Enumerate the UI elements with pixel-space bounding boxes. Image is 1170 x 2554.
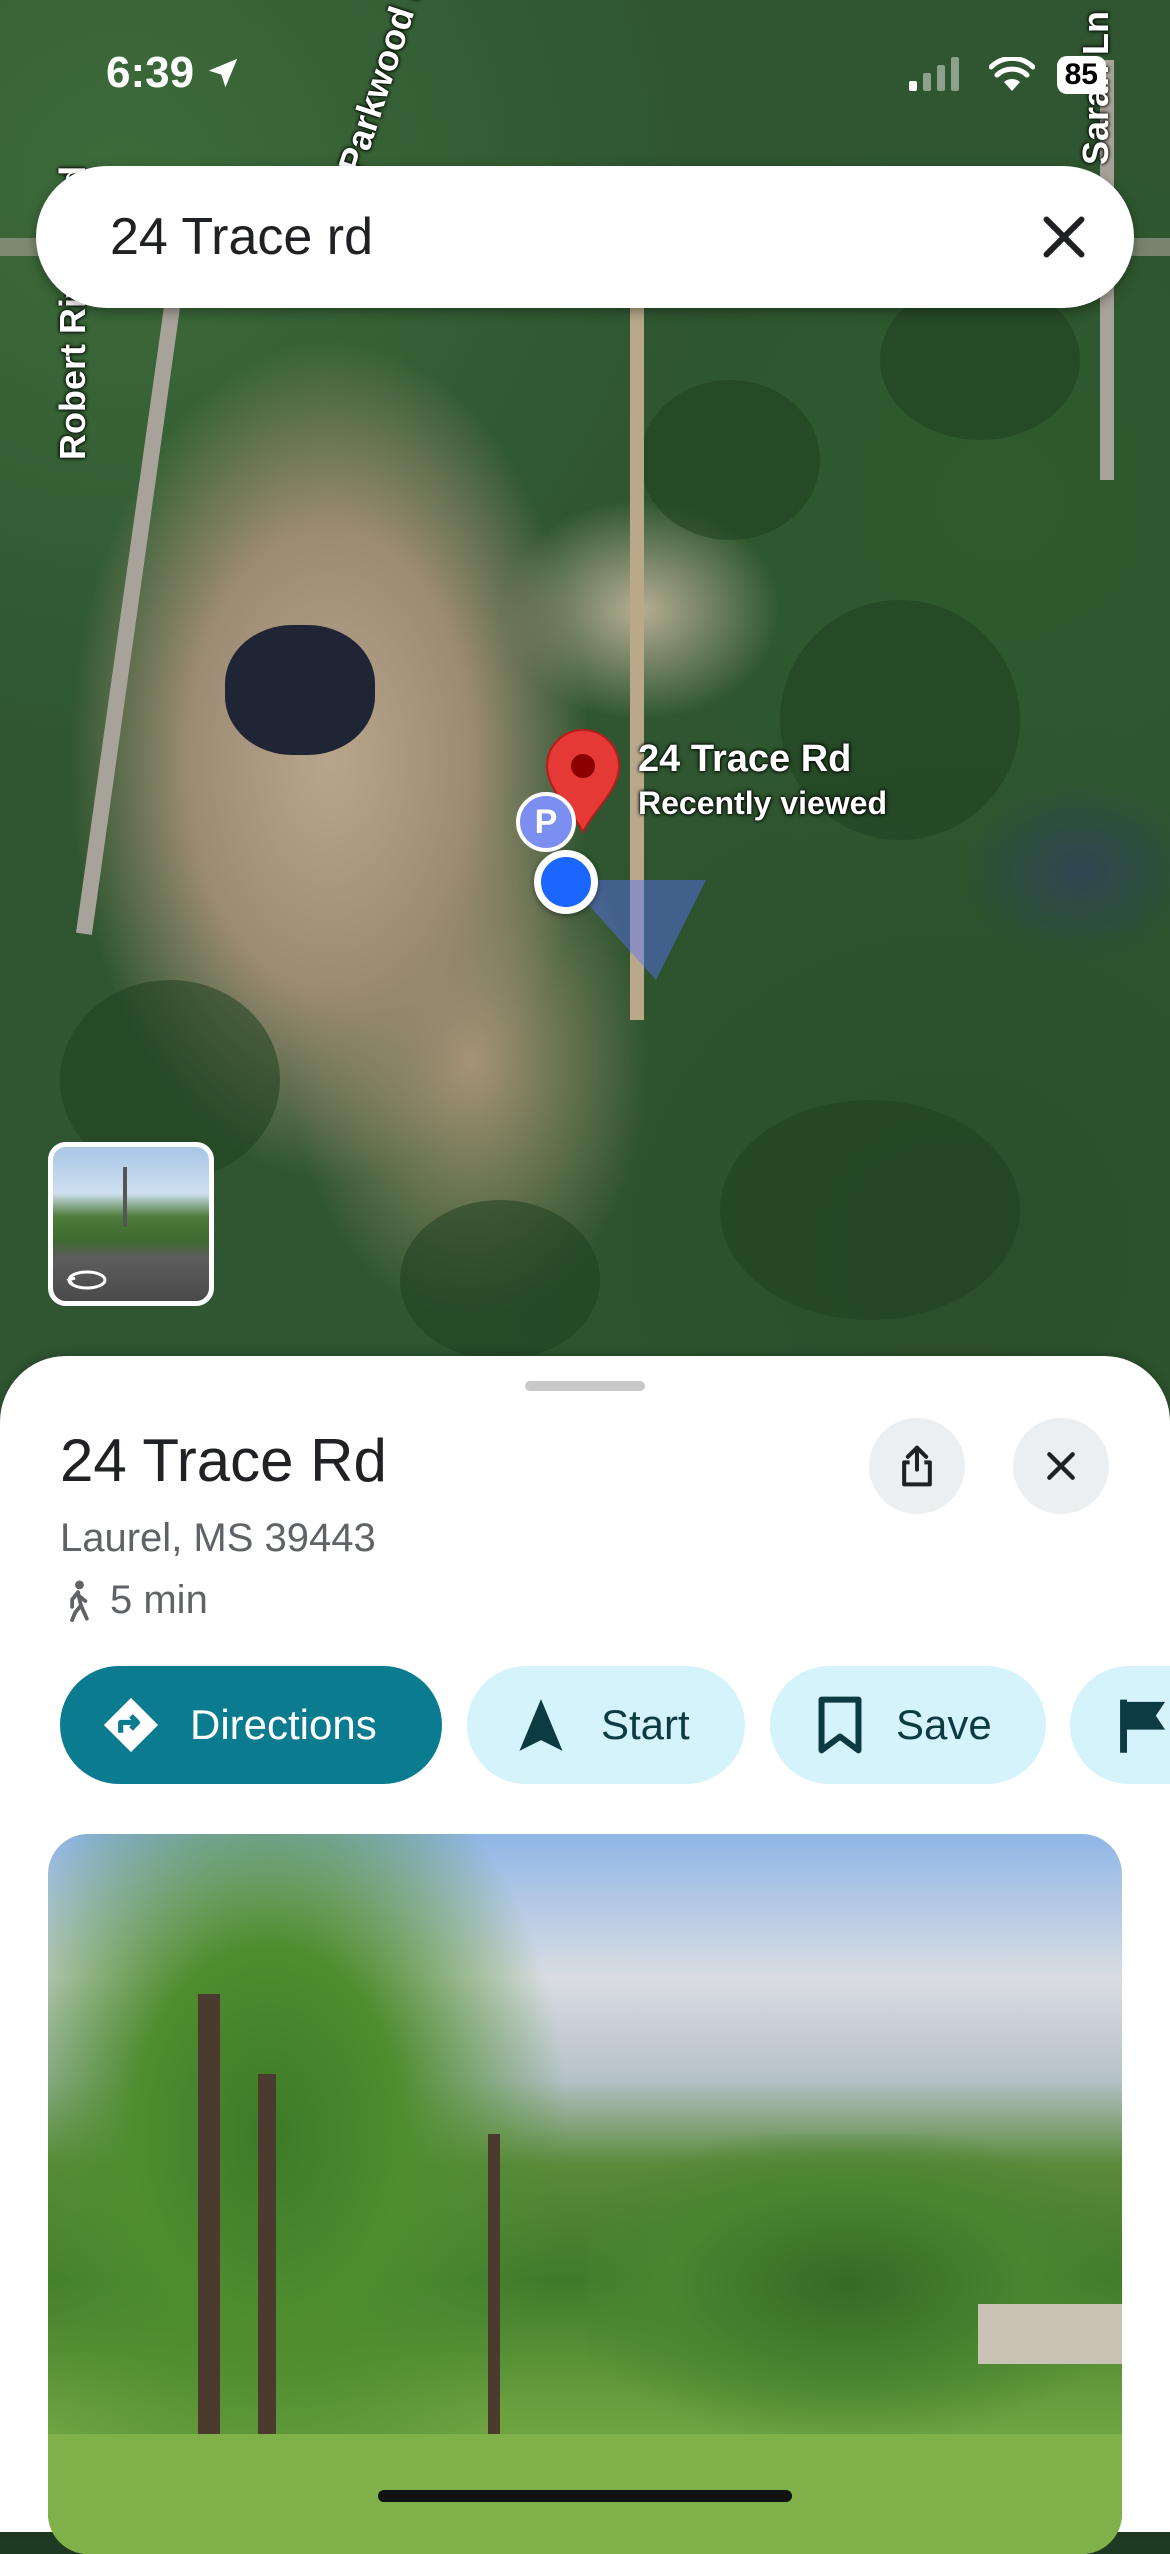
photo-tree-right: [588, 2134, 1122, 2454]
battery-indicator: 85: [1056, 56, 1106, 94]
directions-icon: [103, 1697, 159, 1753]
search-input[interactable]: [108, 206, 932, 268]
pin-label[interactable]: 24 Trace Rd Recently viewed: [638, 738, 887, 822]
place-title: 24 Trace Rd: [60, 1427, 387, 1494]
pin-subtitle: Recently viewed: [638, 785, 887, 821]
photo-house: [978, 2304, 1122, 2364]
thumb-pole: [123, 1167, 127, 1227]
close-icon: [1047, 1452, 1075, 1480]
clear-search-icon[interactable]: [1034, 207, 1094, 267]
navigation-arrow-icon: [519, 1699, 563, 1751]
save-button[interactable]: Save: [770, 1666, 1046, 1784]
drag-handle[interactable]: [525, 1381, 645, 1391]
directions-button[interactable]: Directions: [60, 1666, 442, 1784]
map-texture: [640, 380, 820, 540]
close-button[interactable]: [1013, 1418, 1109, 1514]
start-button[interactable]: Start: [467, 1666, 745, 1784]
time-text: 6:39: [106, 48, 195, 97]
parking-icon[interactable]: P: [516, 792, 576, 852]
pond: [225, 625, 375, 755]
label-button[interactable]: [1070, 1666, 1170, 1784]
walk-time-text: 5 min: [110, 1578, 208, 1622]
save-label: Save: [896, 1701, 992, 1748]
map-texture: [400, 1200, 600, 1360]
my-location-dot: [534, 850, 598, 914]
search-bar[interactable]: [36, 166, 1134, 308]
place-sheet[interactable]: 24 Trace Rd Laurel, MS 39443 5 min Direc…: [0, 1356, 1170, 2554]
map-texture: [720, 1100, 1020, 1320]
status-time: 6:39: [106, 48, 242, 98]
share-button[interactable]: [869, 1418, 965, 1514]
cellular-signal-icon: [908, 57, 959, 91]
map-view[interactable]: Robert Rivers Rd Parkwood Dr Sarah Ln 6:…: [0, 0, 1170, 1420]
walking-icon: [70, 1579, 89, 1622]
location-arrow-icon: [208, 58, 238, 88]
walk-time: 5 min: [60, 1578, 208, 1623]
directions-label: Directions: [190, 1701, 377, 1748]
place-photo[interactable]: [48, 1834, 1122, 2554]
share-icon: [902, 1445, 932, 1487]
status-icons: 85: [907, 56, 1106, 94]
street-view-thumbnail[interactable]: [48, 1142, 214, 1306]
home-indicator[interactable]: [378, 2490, 792, 2502]
start-label: Start: [601, 1701, 690, 1748]
pin-title: 24 Trace Rd: [638, 738, 852, 780]
rotate-360-icon: [66, 1270, 107, 1290]
road-label-parkwood: Parkwood Dr: [330, 0, 438, 178]
place-address: Laurel, MS 39443: [60, 1516, 376, 1560]
wifi-icon: [988, 57, 1035, 91]
flag-icon: [1120, 1699, 1166, 1753]
bookmark-icon: [818, 1696, 862, 1754]
